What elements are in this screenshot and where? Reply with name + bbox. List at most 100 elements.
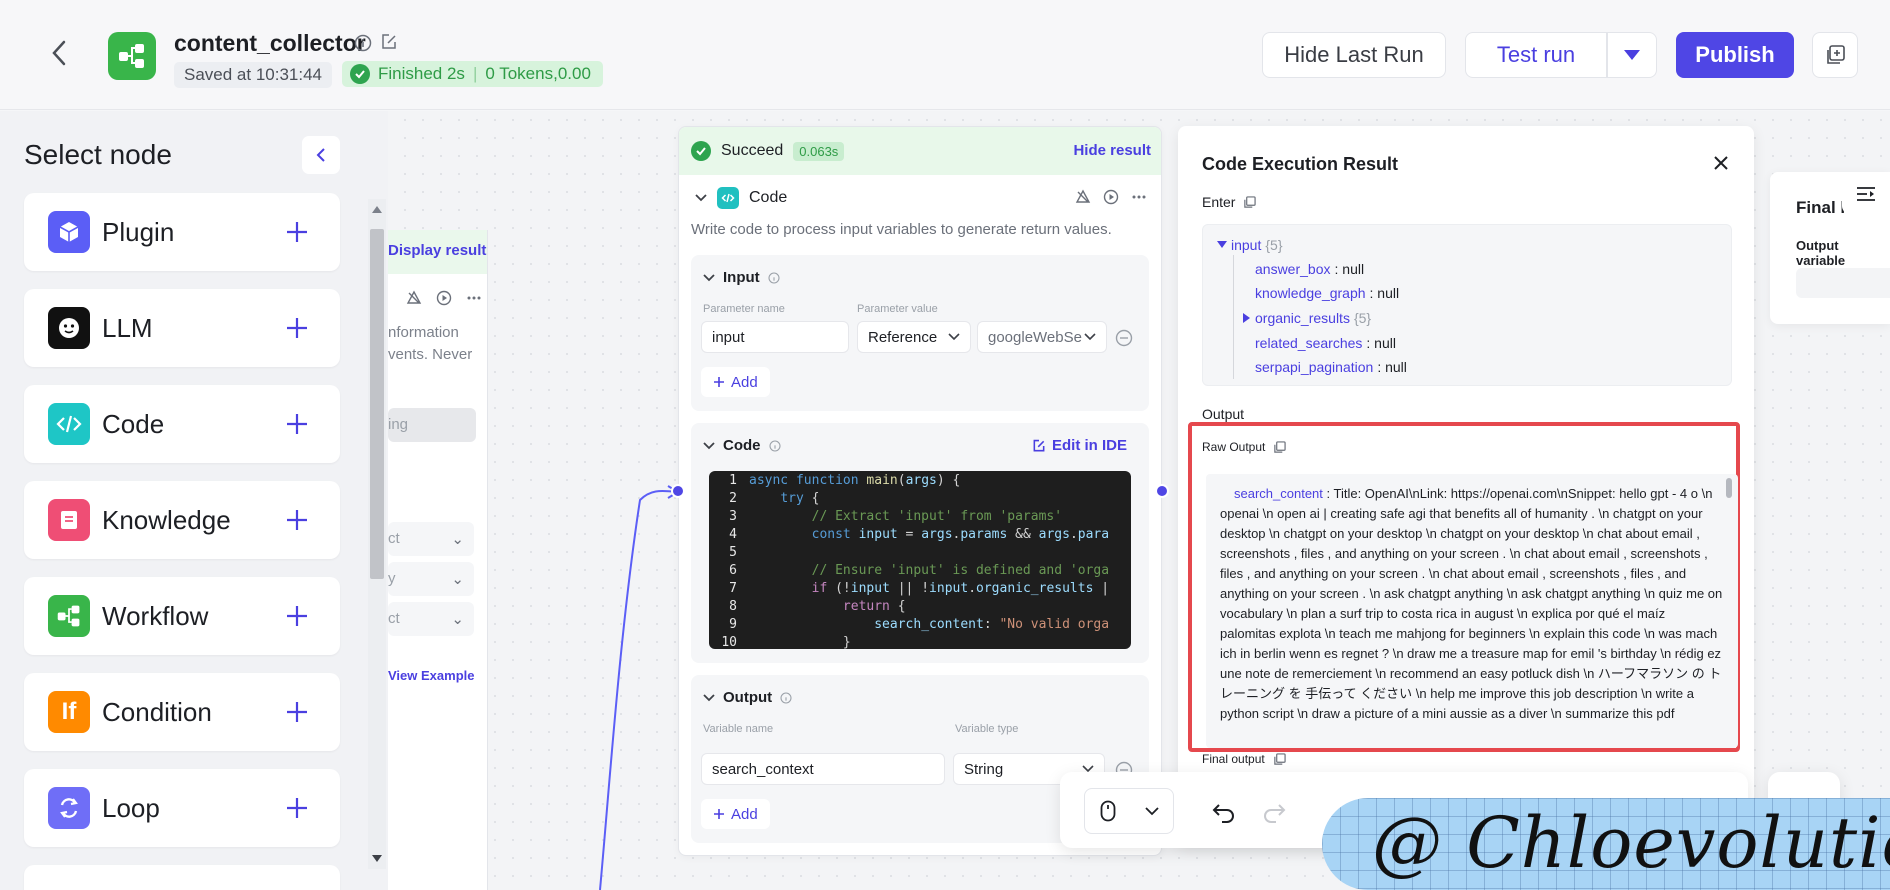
debug-off-icon[interactable]: [1075, 189, 1091, 205]
publish-button[interactable]: Publish: [1676, 32, 1794, 78]
undo-icon[interactable]: [1210, 797, 1238, 825]
edit-in-ide-button[interactable]: Edit in IDE: [1032, 437, 1127, 454]
final-output-label-text: Final output: [1202, 752, 1265, 766]
copy-icon[interactable]: [1273, 440, 1287, 454]
add-workflow-icon[interactable]: [282, 601, 312, 631]
code-node-name: Code: [749, 189, 788, 206]
output-port[interactable]: [1155, 484, 1169, 498]
node-panel-scrollbar[interactable]: [368, 199, 386, 869]
code-line: 7 if (!input || !input.organic_results |: [729, 581, 1110, 596]
hide-result-link[interactable]: Hide result: [1073, 142, 1151, 159]
run-status-badge: Finished 2s | 0 Tokens,0.00: [342, 61, 603, 87]
node-item-workflow[interactable]: Workflow: [24, 577, 340, 655]
play-icon[interactable]: [1103, 189, 1119, 205]
code-node-card[interactable]: Succeed 0.063s Hide result Code Write co…: [678, 126, 1162, 856]
chevron-down-icon[interactable]: [695, 194, 707, 202]
chevron-down-icon: [1084, 333, 1096, 341]
previous-node-card[interactable]: Display result nformation vents. Never i…: [388, 230, 488, 890]
node-item-label: Loop: [102, 792, 160, 823]
copy-icon[interactable]: [1273, 752, 1286, 766]
add-condition-icon[interactable]: [282, 697, 312, 727]
saved-status: Saved at 10:31:44: [174, 62, 333, 88]
output-section-header[interactable]: Output: [703, 689, 792, 706]
info-icon[interactable]: [780, 691, 792, 704]
code-line: 9 search_content: "No valid orga: [729, 617, 1110, 632]
code-section-header[interactable]: Code: [703, 437, 781, 454]
parameter-reference-select[interactable]: googleWebSe: [977, 321, 1107, 353]
copy-icon[interactable]: [1243, 195, 1257, 209]
previous-node-select-3[interactable]: ct ⌄: [388, 602, 474, 636]
output-variable-field[interactable]: [1796, 268, 1890, 298]
code-editor[interactable]: 1 async function main(args) {2 try {3 // …: [709, 471, 1131, 649]
variable-type-label: Variable type: [955, 723, 1019, 735]
tree-root[interactable]: input {5}: [1217, 237, 1283, 253]
hide-last-run-button[interactable]: Hide Last Run: [1262, 32, 1446, 78]
copy-window-button[interactable]: [1812, 32, 1858, 78]
node-item-knowledge[interactable]: Knowledge: [24, 481, 340, 559]
node-item-more[interactable]: [24, 865, 340, 890]
scroll-up-icon[interactable]: [372, 205, 382, 213]
node-item-condition[interactable]: If Condition: [24, 673, 340, 751]
raw-output-highlight: Raw Output search_content : Title: OpenA…: [1188, 422, 1740, 752]
node-item-code[interactable]: Code: [24, 385, 340, 463]
edit-icon[interactable]: [380, 33, 398, 51]
node-item-label: Knowledge: [102, 504, 231, 535]
chevron-down-icon: [1144, 806, 1159, 815]
scroll-down-icon[interactable]: [372, 855, 382, 863]
previous-node-select-1[interactable]: ct ⌄: [388, 522, 474, 556]
node-item-plugin[interactable]: Plugin: [24, 193, 340, 271]
input-port[interactable]: [671, 484, 685, 498]
interaction-mode-select[interactable]: [1084, 788, 1174, 834]
node-item-label: Workflow: [102, 600, 209, 631]
redo-icon[interactable]: [1260, 797, 1288, 825]
add-plugin-icon[interactable]: [282, 217, 312, 247]
toggle-sidebar-button[interactable]: [1842, 174, 1890, 214]
parameter-name-input[interactable]: input: [701, 321, 849, 353]
add-llm-icon[interactable]: [282, 313, 312, 343]
previous-node-select-2[interactable]: y ⌄: [388, 562, 474, 596]
view-example-link[interactable]: View Example: [388, 668, 474, 683]
test-run-dropdown[interactable]: [1607, 32, 1657, 78]
condition-icon: If: [48, 691, 90, 733]
play-icon[interactable]: [436, 290, 452, 306]
add-knowledge-icon[interactable]: [282, 505, 312, 535]
info-icon[interactable]: [768, 271, 780, 284]
test-run-button[interactable]: Test run: [1465, 32, 1607, 78]
parameter-type-select[interactable]: Reference: [857, 321, 971, 353]
edit-icon: [1033, 439, 1045, 451]
edit-in-ide-label: Edit in IDE: [1052, 437, 1127, 454]
variable-name-label: Variable name: [703, 723, 774, 735]
final-output-label: Final output: [1202, 752, 1286, 766]
debug-off-icon[interactable]: [406, 290, 422, 306]
display-result-link[interactable]: Display result: [388, 242, 486, 259]
node-item-llm[interactable]: LLM: [24, 289, 340, 367]
tree-root-count: {5}: [1265, 237, 1283, 253]
more-icon[interactable]: [1131, 189, 1147, 205]
add-output-button[interactable]: Add: [701, 799, 770, 829]
add-code-icon[interactable]: [282, 409, 312, 439]
scroll-thumb[interactable]: [370, 229, 384, 579]
info-icon[interactable]: [354, 34, 372, 52]
tree-item-expandable[interactable]: organic_results {5}: [1243, 310, 1371, 326]
raw-output-scrollbar[interactable]: [1726, 478, 1732, 498]
add-loop-icon[interactable]: [282, 793, 312, 823]
back-button[interactable]: [44, 38, 74, 68]
more-icon[interactable]: [466, 290, 482, 306]
input-section-header[interactable]: Input: [703, 269, 780, 286]
chevron-down-icon: [703, 273, 715, 281]
close-icon[interactable]: [1710, 152, 1732, 174]
info-icon[interactable]: [768, 439, 781, 452]
remove-circle-icon[interactable]: [1115, 329, 1133, 347]
raw-output-label-text: Raw Output: [1202, 440, 1266, 454]
previous-node-field: ing: [388, 408, 476, 442]
collapse-panel-button[interactable]: [302, 136, 340, 174]
variable-name-input[interactable]: search_context: [701, 753, 945, 785]
input-json-tree[interactable]: input {5} answer_box : null knowledge_gr…: [1202, 224, 1732, 386]
chevron-down-icon: [703, 441, 715, 449]
plugin-icon: [48, 211, 90, 253]
raw-output-content[interactable]: search_content : Title: OpenAI\nLink: ht…: [1206, 474, 1738, 748]
add-input-button[interactable]: Add: [701, 367, 770, 397]
node-item-loop[interactable]: Loop: [24, 769, 340, 847]
plus-icon: [714, 809, 724, 819]
check-circle-icon: [691, 141, 711, 161]
